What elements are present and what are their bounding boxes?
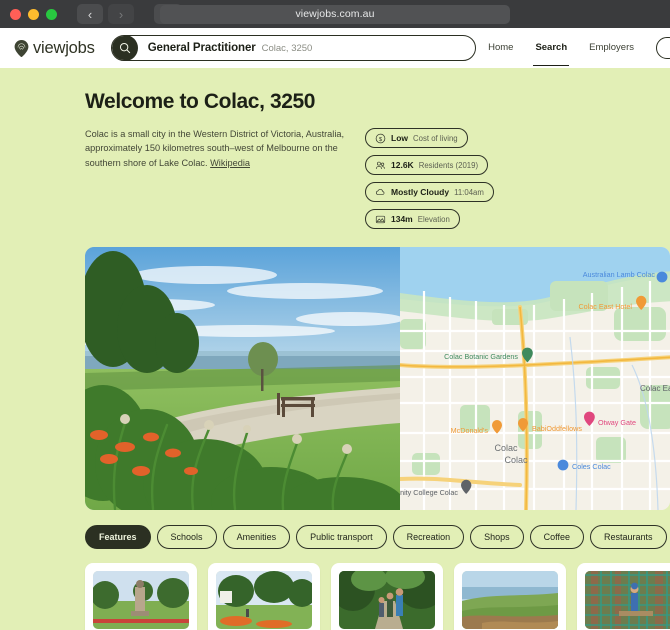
- search-icon: [119, 42, 130, 54]
- red-rock-photo: [462, 571, 558, 629]
- wikipedia-link[interactable]: Wikipedia: [210, 158, 250, 168]
- main-navigation: Home Search Employers: [488, 37, 670, 66]
- chip-value: Mostly Cloudy: [391, 187, 450, 197]
- chip-value: Low: [391, 133, 408, 143]
- tab-features[interactable]: Features: [85, 525, 151, 549]
- chip-value: 12.6K: [391, 160, 414, 170]
- card-image: [585, 571, 670, 629]
- page-content: Welcome to Colac, 3250 Colac is a small …: [0, 68, 670, 630]
- tab-schools[interactable]: Schools: [156, 525, 217, 549]
- chip-label: Elevation: [417, 214, 450, 224]
- map-label: Colac East Hotel: [578, 302, 632, 311]
- maximize-window-button[interactable]: [46, 8, 57, 20]
- minimize-window-button[interactable]: [28, 8, 39, 20]
- page-title: Welcome to Colac, 3250: [85, 90, 316, 113]
- botanic-gardens-photo: [216, 571, 312, 629]
- navigation-buttons: ‹ ›: [77, 4, 134, 24]
- tab-restaurants[interactable]: Restaurants: [590, 525, 667, 549]
- map-label: Otway Gate: [598, 418, 636, 427]
- stat-chips: $ Low Cost of living 12.6K Residents (20…: [365, 90, 560, 229]
- browser-chrome: ‹ › viewjobs.com.au: [0, 0, 670, 28]
- hero-section: Welcome to Colac, 3250 Colac is a small …: [0, 90, 670, 229]
- tab-recreation[interactable]: Recreation: [392, 525, 465, 549]
- tab-shops[interactable]: Shops: [470, 525, 524, 549]
- chip-value: 134m: [391, 214, 413, 224]
- chip-label: 11:04am: [454, 187, 484, 197]
- search-role-input[interactable]: General Practitioner: [148, 42, 256, 54]
- close-window-button[interactable]: [10, 8, 21, 20]
- list-item[interactable]: Colac Botanic Gardens 4.6 ★★★★★ (270): [208, 563, 320, 630]
- back-icon[interactable]: ‹: [77, 4, 103, 24]
- chip-elevation[interactable]: 134m Elevation: [365, 209, 460, 229]
- rail-trail-photo: [339, 571, 435, 629]
- list-item[interactable]: Memorial Square 4.4 ★★★★★ (151): [85, 563, 197, 630]
- chip-label: Residents (2019): [418, 160, 479, 170]
- memorial-square-photo: [93, 571, 189, 629]
- media-row: Australian Lamb Colac Colac East Hotel C…: [85, 247, 670, 510]
- card-image: [462, 571, 558, 629]
- map-label: Coles Colac: [572, 462, 611, 471]
- elevation-icon: [375, 215, 386, 223]
- people-icon: [375, 161, 385, 169]
- fingerprint-pin-icon: [14, 39, 29, 57]
- card-image: [339, 571, 435, 629]
- map-label: Colac Ea: [640, 384, 670, 393]
- address-bar[interactable]: viewjobs.com.au: [160, 4, 510, 24]
- map-label: Colac Botanic Gardens: [444, 352, 518, 361]
- search-bar[interactable]: General Practitioner Colac, 3250: [110, 35, 476, 61]
- chip-label: Cost of living: [413, 133, 458, 143]
- list-item[interactable]: Old Beechy Rail Trail 4.0 ★★★★★ (654): [331, 563, 443, 630]
- chip-residents[interactable]: 12.6K Residents (2019): [365, 155, 489, 175]
- treetops-adventure-photo: [585, 571, 670, 629]
- chip-weather[interactable]: Mostly Cloudy 11:04am: [365, 182, 494, 202]
- chip-cost-of-living[interactable]: $ Low Cost of living: [365, 128, 468, 148]
- search-button[interactable]: [111, 36, 138, 60]
- location-map[interactable]: Australian Lamb Colac Colac East Hotel C…: [400, 247, 670, 510]
- logo-text: viewjobs: [33, 38, 95, 57]
- tab-coffee[interactable]: Coffee: [529, 525, 585, 549]
- map-label: Australian Lamb Colac: [583, 270, 656, 279]
- google-map: Australian Lamb Colac Colac East Hotel C…: [400, 247, 670, 510]
- category-tabs: Features Schools Amenities Public transp…: [85, 525, 670, 549]
- tab-public-transport[interactable]: Public transport: [296, 525, 387, 549]
- place-cards: Memorial Square 4.4 ★★★★★ (151) Colac Bo…: [85, 563, 670, 630]
- search-terms: General Practitioner Colac, 3250: [138, 42, 313, 54]
- map-label: BabiOddfellows: [532, 424, 582, 433]
- forward-icon[interactable]: ›: [108, 4, 134, 24]
- list-item[interactable]: Red Rock 4.6 ★★★★★ (362): [454, 563, 566, 630]
- card-image: [93, 571, 189, 629]
- map-label: Trinity College Colac: [400, 488, 458, 497]
- map-label: Colac: [504, 455, 528, 465]
- map-label: McDonald's: [451, 426, 489, 435]
- site-header: viewjobs General Practitioner Colac, 325…: [0, 28, 670, 68]
- svg-text:$: $: [379, 136, 383, 142]
- card-image: [216, 571, 312, 629]
- url-text: viewjobs.com.au: [295, 8, 375, 20]
- location-description: Colac is a small city in the Western Dis…: [85, 127, 345, 170]
- dollar-circle-icon: $: [375, 133, 386, 143]
- nav-item-home[interactable]: Home: [488, 42, 513, 54]
- window-controls: [10, 8, 57, 20]
- nav-item-search[interactable]: Search: [533, 42, 569, 66]
- tab-amenities[interactable]: Amenities: [222, 525, 291, 549]
- location-photo[interactable]: [85, 247, 400, 510]
- list-item[interactable]: Treetops Adventure… 4.8 ★★★★★ (274): [577, 563, 670, 630]
- cloud-icon: [376, 188, 385, 195]
- map-label: Colac: [494, 443, 518, 453]
- lakeside-park-photo: [85, 247, 400, 510]
- search-location-input[interactable]: Colac, 3250: [262, 43, 313, 54]
- account-button[interactable]: [656, 37, 670, 59]
- site-logo[interactable]: viewjobs: [14, 39, 95, 58]
- nav-item-employers[interactable]: Employers: [589, 42, 634, 54]
